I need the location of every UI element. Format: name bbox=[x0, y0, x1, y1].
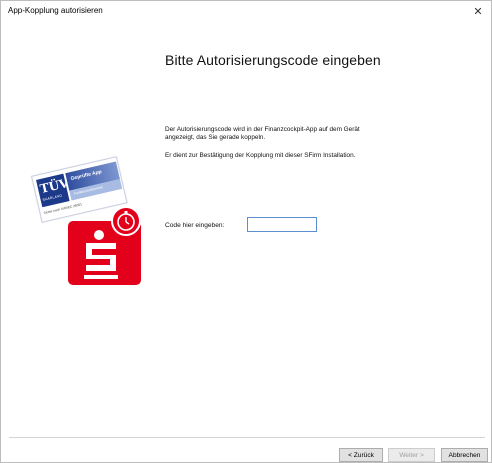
description-paragraph-1: Der Autorisierungscode wird in der Finan… bbox=[165, 126, 360, 141]
page-title: Bitte Autorisierungscode eingeben bbox=[165, 52, 381, 68]
close-icon[interactable]: ✕ bbox=[467, 1, 489, 21]
code-label: Code hier eingeben: bbox=[165, 222, 225, 229]
dialog-window: App-Kopplung autorisieren ✕ Bitte Autori… bbox=[0, 0, 492, 463]
description-paragraph-2: Er dient zur Bestätigung der Kopplung mi… bbox=[165, 152, 356, 159]
cancel-button[interactable]: Abbrechen bbox=[441, 448, 488, 462]
authorization-code-input[interactable] bbox=[247, 217, 317, 232]
next-button[interactable]: Weiter > bbox=[388, 448, 435, 462]
back-button[interactable]: < Zurück bbox=[339, 448, 383, 462]
title-bar: App-Kopplung autorisieren ✕ bbox=[1, 1, 491, 22]
stopwatch-icon bbox=[111, 206, 141, 236]
app-logo: TÜV SAARLAND Geprüfte App Funktionssiche… bbox=[29, 156, 149, 291]
window-title: App-Kopplung autorisieren bbox=[8, 6, 103, 15]
tuev-seal-block: TÜV SAARLAND bbox=[36, 173, 70, 208]
footer-separator bbox=[9, 437, 485, 438]
tuev-seal-text: TÜV bbox=[38, 175, 70, 197]
